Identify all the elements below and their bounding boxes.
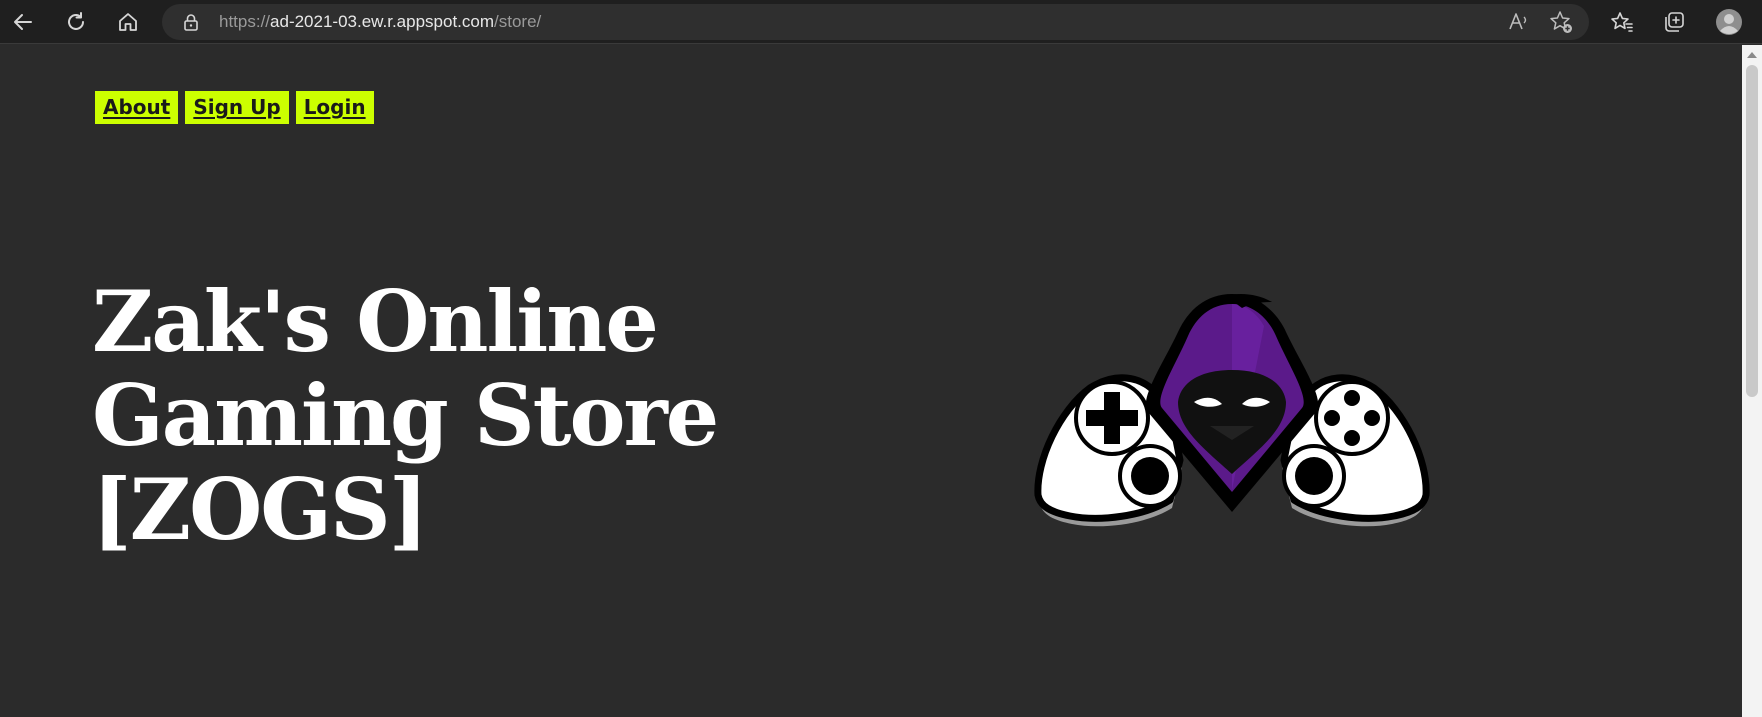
back-button[interactable]	[7, 6, 39, 38]
url-text[interactable]: https://ad-2021-03.ew.r.appspot.com/stor…	[219, 13, 541, 31]
collections-button[interactable]	[1658, 6, 1690, 38]
url-scheme: https://	[219, 12, 271, 31]
profile-icon	[1716, 9, 1742, 35]
favorites-icon	[1611, 12, 1633, 32]
profile-button[interactable]	[1713, 6, 1745, 38]
read-aloud-icon	[1509, 13, 1527, 30]
refresh-button[interactable]	[60, 6, 92, 38]
add-favorite-icon	[1550, 11, 1572, 33]
scrollbar-thumb[interactable]	[1746, 65, 1758, 397]
lock-icon	[184, 14, 198, 31]
scroll-up-arrow-icon[interactable]	[1747, 52, 1757, 58]
url-host: ad-2021-03.ew.r.appspot.com	[270, 12, 495, 31]
home-icon	[119, 13, 137, 31]
about-link[interactable]: About	[95, 91, 179, 124]
favorites-button[interactable]	[1606, 6, 1638, 38]
site-nav: About Sign Up Login	[95, 91, 374, 124]
page-scrollbar[interactable]	[1742, 45, 1762, 717]
back-arrow-icon	[14, 14, 32, 30]
read-aloud-button[interactable]	[1507, 10, 1531, 34]
refresh-icon	[68, 12, 84, 30]
home-button[interactable]	[112, 6, 144, 38]
browser-toolbar: https://ad-2021-03.ew.r.appspot.com/stor…	[0, 0, 1762, 44]
address-bar[interactable]: https://ad-2021-03.ew.r.appspot.com/stor…	[162, 4, 1589, 40]
collections-icon	[1665, 12, 1684, 32]
login-link[interactable]: Login	[295, 91, 374, 124]
add-favorite-button[interactable]	[1549, 10, 1573, 34]
sign-up-link[interactable]: Sign Up	[185, 91, 289, 124]
url-path: /store/	[494, 12, 542, 31]
gamer-controller-logo	[1034, 294, 1430, 527]
page-content: About Sign Up Login Zak's Online Gaming …	[0, 45, 1742, 717]
page-title: Zak's Online Gaming Store [ZOGS]	[92, 272, 719, 559]
